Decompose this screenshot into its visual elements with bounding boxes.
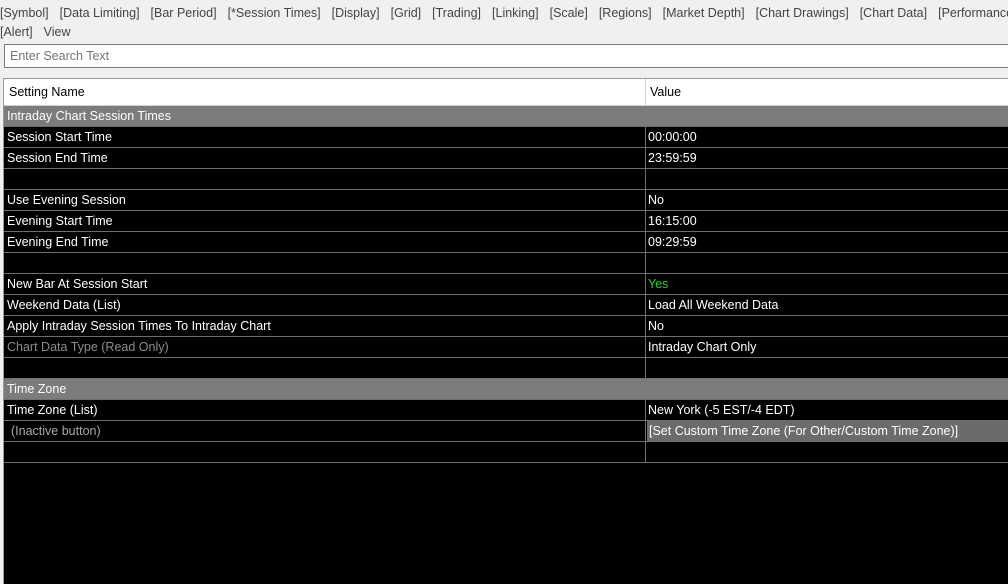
tab-trading[interactable]: [Trading] bbox=[432, 4, 481, 23]
setting-row-weekend-data-list[interactable]: Weekend Data (List) Load All Weekend Data bbox=[4, 295, 1008, 316]
tab-display[interactable]: [Display] bbox=[332, 4, 380, 23]
blank-cell bbox=[4, 169, 646, 189]
setting-value[interactable]: No bbox=[647, 316, 1008, 336]
section-header-time-zone[interactable]: Time Zone bbox=[4, 379, 1008, 400]
setting-name: Chart Data Type (Read Only) bbox=[4, 337, 646, 357]
column-header-setting-name[interactable]: Setting Name bbox=[4, 79, 646, 106]
setting-row-inactive-button[interactable]: (Inactive button) [Set Custom Time Zone (… bbox=[4, 421, 1008, 442]
settings-grid: Setting Name Value Intraday Chart Sessio… bbox=[3, 78, 1008, 584]
blank-row bbox=[4, 253, 1008, 274]
setting-name: Time Zone (List) bbox=[4, 400, 646, 420]
setting-row-session-end-time[interactable]: Session End Time 23:59:59 bbox=[4, 148, 1008, 169]
tab-symbol[interactable]: [Symbol] bbox=[0, 4, 49, 23]
tab-market-depth[interactable]: [Market Depth] bbox=[663, 4, 745, 23]
setting-row-chart-data-type-read-only[interactable]: Chart Data Type (Read Only) Intraday Char… bbox=[4, 337, 1008, 358]
tab-performance[interactable]: [Performance] bbox=[938, 4, 1008, 23]
tab-row-2: [Alert] View bbox=[0, 23, 82, 42]
section-header-intraday-chart-session-times[interactable]: Intraday Chart Session Times bbox=[4, 106, 1008, 127]
grid-header: Setting Name Value bbox=[4, 79, 1008, 106]
setting-row-time-zone-list[interactable]: Time Zone (List) New York (-5 EST/-4 EDT) bbox=[4, 400, 1008, 421]
setting-value[interactable]: Intraday Chart Only bbox=[647, 337, 1008, 357]
tab-bar-period[interactable]: [Bar Period] bbox=[151, 4, 217, 23]
tab-view[interactable]: View bbox=[44, 23, 71, 42]
tab-chart-drawings[interactable]: [Chart Drawings] bbox=[756, 4, 849, 23]
setting-row-use-evening-session[interactable]: Use Evening Session No bbox=[4, 190, 1008, 211]
tab-row-1: [Symbol] [Data Limiting] [Bar Period] [*Ses… bbox=[0, 4, 1008, 23]
setting-name: Evening End Time bbox=[4, 232, 646, 252]
blank-row bbox=[4, 358, 1008, 379]
setting-name: (Inactive button) bbox=[4, 421, 646, 441]
tab-chart-data[interactable]: [Chart Data] bbox=[860, 4, 927, 23]
setting-name: Session End Time bbox=[4, 148, 646, 168]
section-header-label: Time Zone bbox=[7, 382, 67, 396]
setting-value[interactable]: 09:29:59 bbox=[647, 232, 1008, 252]
blank-cell bbox=[4, 442, 646, 462]
column-header-value[interactable]: Value bbox=[646, 79, 1008, 106]
setting-value[interactable]: 16:15:00 bbox=[647, 211, 1008, 231]
setting-row-evening-start-time[interactable]: Evening Start Time 16:15:00 bbox=[4, 211, 1008, 232]
tab-alert[interactable]: [Alert] bbox=[0, 23, 33, 42]
setting-name: New Bar At Session Start bbox=[4, 274, 646, 294]
setting-row-session-start-time[interactable]: Session Start Time 00:00:00 bbox=[4, 127, 1008, 148]
setting-name: Session Start Time bbox=[4, 127, 646, 147]
tab-data-limiting[interactable]: [Data Limiting] bbox=[60, 4, 140, 23]
tab-regions[interactable]: [Regions] bbox=[599, 4, 652, 23]
setting-row-evening-end-time[interactable]: Evening End Time 09:29:59 bbox=[4, 232, 1008, 253]
setting-name: Apply Intraday Session Times To Intraday… bbox=[4, 316, 646, 336]
setting-row-apply-intraday-session-times-to-intraday-chart[interactable]: Apply Intraday Session Times To Intraday… bbox=[4, 316, 1008, 337]
setting-name: Evening Start Time bbox=[4, 211, 646, 231]
setting-value[interactable]: 23:59:59 bbox=[647, 148, 1008, 168]
settings-rows: Intraday Chart Session Times Session Star… bbox=[4, 106, 1008, 463]
blank-row bbox=[4, 169, 1008, 190]
setting-value[interactable]: Yes bbox=[647, 274, 1008, 294]
blank-cell bbox=[4, 253, 646, 273]
set-custom-time-zone-button[interactable]: [Set Custom Time Zone (For Other/Custom … bbox=[647, 421, 1008, 441]
setting-value[interactable]: No bbox=[647, 190, 1008, 210]
setting-row-new-bar-at-session-start[interactable]: New Bar At Session Start Yes bbox=[4, 274, 1008, 295]
blank-row bbox=[4, 442, 1008, 463]
blank-cell bbox=[4, 358, 646, 378]
setting-name: Use Evening Session bbox=[4, 190, 646, 210]
tab-scale[interactable]: [Scale] bbox=[550, 4, 588, 23]
search-input[interactable] bbox=[4, 44, 1008, 68]
settings-tab-bar: [Symbol] [Data Limiting] [Bar Period] [*Ses… bbox=[0, 0, 1008, 42]
setting-value[interactable]: 00:00:00 bbox=[647, 127, 1008, 147]
setting-value[interactable]: Load All Weekend Data bbox=[647, 295, 1008, 315]
section-header-label: Intraday Chart Session Times bbox=[7, 109, 171, 123]
tab-linking[interactable]: [Linking] bbox=[492, 4, 539, 23]
tab-grid[interactable]: [Grid] bbox=[391, 4, 422, 23]
setting-value[interactable]: New York (-5 EST/-4 EDT) bbox=[647, 400, 1008, 420]
setting-name: Weekend Data (List) bbox=[4, 295, 646, 315]
tab-session-times[interactable]: [*Session Times] bbox=[228, 4, 321, 23]
